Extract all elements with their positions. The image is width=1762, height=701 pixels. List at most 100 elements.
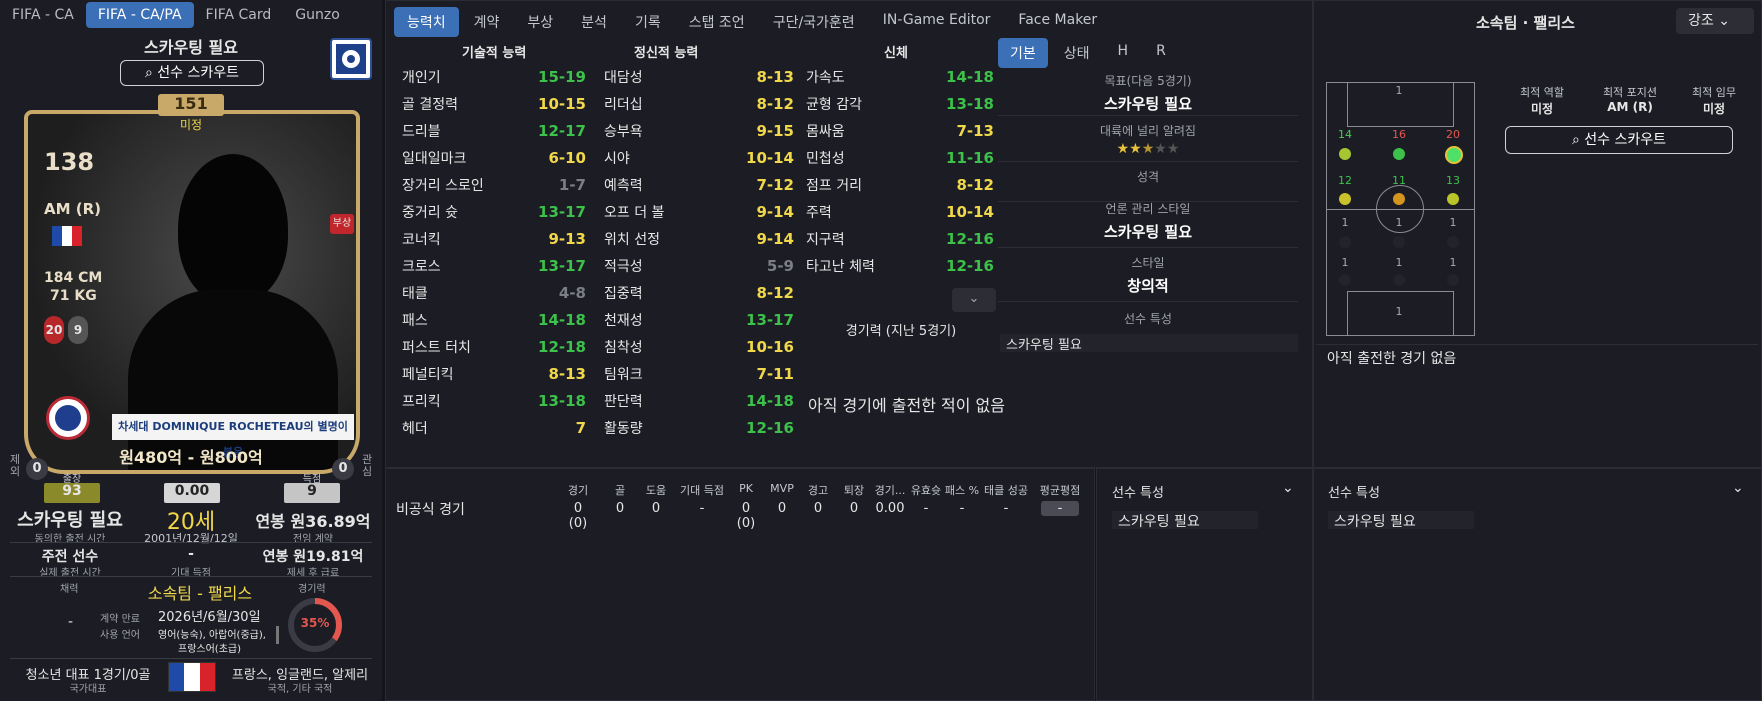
attribute-row: 천재성 13-17	[604, 306, 794, 333]
main-tab-7[interactable]: IN-Game Editor	[870, 7, 1004, 37]
attribute-value: 13-18	[946, 94, 994, 113]
flag-france-icon	[168, 662, 216, 692]
loan-label: 채력	[60, 584, 79, 595]
technical-header: 기술적 능력	[462, 46, 527, 61]
pitch-number: 1	[1395, 216, 1403, 229]
chevron-down-icon[interactable]: ⌄	[1282, 480, 1294, 496]
stats-cell: -	[959, 501, 965, 516]
main-tab-1[interactable]: 계약	[461, 7, 513, 37]
attribute-row: 시야 10-14	[604, 144, 794, 171]
pitch-position-dot[interactable]	[1393, 148, 1405, 160]
main-tab-6[interactable]: 구단/국가훈련	[760, 7, 868, 37]
pitch-position-dot[interactable]	[1393, 193, 1405, 205]
club-scout-button[interactable]: ⌕ 선수 스카우트	[1505, 126, 1733, 154]
attribute-value: 12-17	[538, 121, 586, 140]
attribute-value: 5-9	[766, 256, 794, 275]
stats-cell: -	[1003, 501, 1009, 516]
stats-cell: 0	[849, 501, 859, 516]
highlight-dropdown[interactable]: 강조 ⌄	[1676, 8, 1754, 34]
attribute-value: 10-14	[946, 202, 994, 221]
left-tab-1[interactable]: FIFA - CA/PA	[85, 2, 194, 28]
side-tab-3[interactable]: R	[1144, 38, 1178, 68]
pitch-position-dot[interactable]	[1447, 274, 1459, 286]
pitch-position-dot[interactable]	[1447, 236, 1459, 248]
pitch-position-dot[interactable]	[1393, 274, 1405, 286]
stats-header: 경기	[567, 484, 589, 497]
attribute-name: 몸싸움	[806, 123, 845, 140]
stats-header: MVP	[770, 482, 794, 495]
divider	[1316, 344, 1758, 345]
attribute-value: 8-13	[756, 67, 794, 86]
highlight-label: 강조	[1688, 13, 1714, 29]
target-label: 목표(다음 5경기)	[1104, 74, 1192, 88]
interest-label: 관심	[362, 453, 373, 478]
pitch-position-dot[interactable]	[1339, 193, 1351, 205]
pitch-position-dot[interactable]	[1447, 193, 1459, 205]
attribute-name: 점프 거리	[806, 177, 862, 194]
main-tab-8[interactable]: Face Maker	[1005, 7, 1110, 37]
fame-label: 대륙에 널리 알려짐	[1100, 124, 1196, 138]
attribute-name: 활동량	[604, 420, 643, 437]
height-label: 184 CM	[44, 270, 103, 286]
main-tab-5[interactable]: 스탭 조언	[676, 7, 758, 37]
left-tab-2[interactable]: FIFA Card	[194, 2, 284, 28]
pitch-number: 16	[1392, 128, 1406, 141]
position-label: AM (R)	[44, 200, 102, 218]
pitch-position-dot[interactable]	[1339, 148, 1351, 160]
side-tab-1[interactable]: 상태	[1052, 38, 1102, 68]
attribute-value: 14-18	[746, 391, 794, 410]
flag-france-icon	[52, 226, 82, 246]
search-icon: ⌕	[144, 65, 153, 81]
main-tab-3[interactable]: 분석	[568, 7, 620, 37]
attribute-value: 4-8	[558, 283, 586, 302]
stats-cell: -	[699, 501, 705, 516]
attribute-name: 헤더	[402, 420, 428, 437]
pitch-position-dot[interactable]	[1339, 236, 1351, 248]
attribute-value: 13-17	[538, 256, 586, 275]
app-root: FIFA - CA FIFA - CA/PA FIFA Card Gunzo 스카우팅…	[0, 0, 1762, 701]
expand-chevron-icon[interactable]: ⌄	[952, 288, 996, 312]
best-role-label: 최적 역할	[1520, 86, 1564, 99]
attribute-value: 8-13	[548, 364, 586, 383]
scout-button[interactable]: ⌕ 선수 스카우트	[120, 60, 264, 86]
search-icon: ⌕	[1571, 132, 1580, 148]
traits-box: 선수 특성	[998, 310, 1298, 330]
attribute-value: 9-14	[756, 202, 794, 221]
stats-header: PK	[739, 482, 753, 495]
pitch-position-dot[interactable]	[1393, 236, 1405, 248]
attribute-name: 프리킥	[402, 393, 441, 410]
main-tab-2[interactable]: 부상	[514, 7, 566, 37]
club-name: 소속팀 - 팰리스	[147, 584, 253, 603]
pitch-number: 1	[1341, 256, 1349, 269]
pitch-position-dot[interactable]	[1339, 274, 1351, 286]
excluded-label: 제외	[10, 453, 21, 478]
attribute-value: 12-18	[538, 337, 586, 356]
pitch-position-dot[interactable]	[1447, 148, 1461, 162]
pitch-number: 14	[1338, 128, 1352, 141]
attribute-row: 골 결정력 10-15	[402, 90, 586, 117]
pitch-number: 1	[1395, 84, 1403, 97]
traits-label: 선수 특성	[1124, 312, 1172, 326]
left-tab-3[interactable]: Gunzo	[283, 2, 352, 28]
main-tab-4[interactable]: 기록	[622, 7, 674, 37]
attribute-row: 민첩성 11-16	[806, 144, 994, 171]
attribute-value: 13-17	[538, 202, 586, 221]
left-tab-0[interactable]: FIFA - CA	[0, 2, 86, 28]
attribute-name: 천재성	[604, 312, 643, 329]
main-tab-0[interactable]: 능력치	[394, 7, 459, 37]
chevron-down-icon[interactable]: ⌄	[1732, 480, 1744, 496]
target-value: 스카우팅 필요	[1103, 95, 1193, 113]
injury-badge: 부상	[330, 214, 354, 234]
attribute-value: 14-18	[946, 67, 994, 86]
stats-header: 기대 득점	[680, 484, 724, 497]
style-box: 스타일 창의적	[998, 254, 1298, 302]
side-tab-2[interactable]: H	[1106, 38, 1141, 68]
side-tab-0[interactable]: 기본	[998, 38, 1048, 68]
form-title: 경기력 (지난 5경기)	[845, 324, 957, 339]
pitch-number: 13	[1446, 174, 1460, 187]
weight-label: 71 KG	[50, 288, 97, 304]
attribute-name: 코너킥	[402, 231, 441, 248]
attribute-value: 6-10	[548, 148, 586, 167]
potential-rating: 151	[158, 94, 224, 116]
star-icon: ★	[1141, 141, 1155, 157]
